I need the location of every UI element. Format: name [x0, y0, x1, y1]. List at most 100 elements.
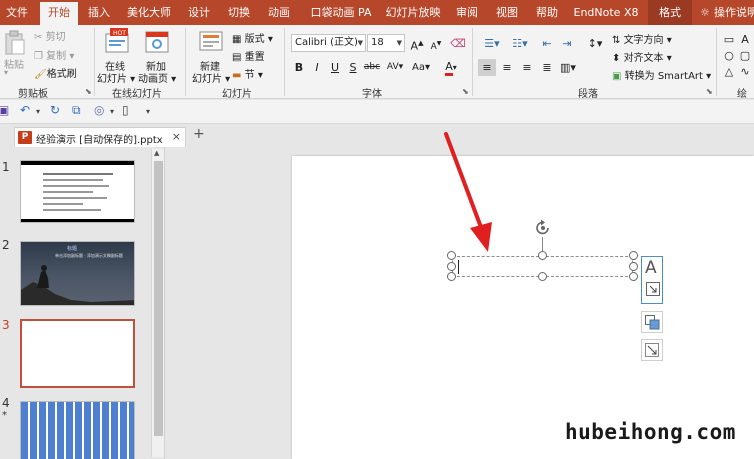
slide-thumbnail-3[interactable]: [20, 319, 135, 388]
resize-handle-bottom[interactable]: [538, 272, 547, 281]
online-slides-icon[interactable]: HOT: [104, 28, 130, 56]
font-name-dropdown-icon[interactable]: ▼: [358, 35, 363, 51]
italic-button[interactable]: I: [310, 59, 324, 76]
font-color-button[interactable]: A▾: [440, 58, 462, 76]
clear-formatting-icon[interactable]: ⌫: [450, 35, 466, 52]
tab-endnote[interactable]: EndNote X8: [570, 0, 642, 25]
shape-triangle-icon[interactable]: △: [722, 63, 736, 80]
redo-icon[interactable]: ↻: [50, 103, 60, 117]
tab-format[interactable]: 格式: [648, 0, 692, 25]
format-painter-button[interactable]: 🖌格式刷: [34, 65, 77, 80]
font-size-dropdown-icon[interactable]: ▼: [397, 35, 402, 51]
undo-dropdown-icon[interactable]: ▾: [36, 107, 40, 116]
resize-handle-right[interactable]: [629, 262, 638, 271]
resize-handle-top-right[interactable]: [629, 251, 638, 260]
character-spacing-button[interactable]: AV▾: [384, 59, 406, 76]
tab-view[interactable]: 视图: [490, 0, 524, 25]
text-direction-button[interactable]: ⇅ 文字方向 ▾: [612, 31, 672, 46]
slide-thumbnail-2[interactable]: 标题 单击添加副标题 · 添加演示文稿副标题: [20, 241, 135, 306]
shape-curve-icon[interactable]: ∿: [738, 63, 752, 80]
text-fit-icon[interactable]: [646, 282, 660, 296]
customize-qat-icon[interactable]: ▾: [146, 107, 150, 116]
shape-text-icon[interactable]: A: [738, 31, 752, 48]
numbering-button[interactable]: ☷▾: [508, 35, 532, 52]
touch-mode-icon[interactable]: ◎: [94, 103, 104, 117]
new-anim-line2[interactable]: 动画页 ▾: [138, 70, 176, 85]
resize-handle-top[interactable]: [538, 251, 547, 260]
scroll-up-icon[interactable]: ▲: [154, 149, 159, 157]
slide-thumbnail-4[interactable]: [20, 401, 135, 459]
tab-review[interactable]: 审阅: [450, 0, 484, 25]
tell-me-box[interactable]: ☼ 操作说明: [700, 0, 754, 25]
font-launcher-icon[interactable]: ⬊: [462, 87, 469, 96]
tab-transitions[interactable]: 切换: [222, 0, 256, 25]
scrollbar-thumb[interactable]: [154, 161, 163, 436]
tab-animations[interactable]: 动画: [262, 0, 296, 25]
resize-handle-bottom-left[interactable]: [447, 272, 456, 281]
slide-thumbnail-1[interactable]: [20, 160, 135, 223]
underline-button[interactable]: U: [328, 59, 342, 76]
smartart-button[interactable]: ▣ 转换为 SmartArt ▾: [612, 67, 711, 82]
thumb-photo: [21, 265, 134, 305]
reset-button[interactable]: ▤ 重置: [232, 48, 265, 63]
clipboard-launcher-icon[interactable]: ⬊: [85, 87, 92, 96]
save-icon[interactable]: ▣: [0, 103, 9, 117]
bullets-button[interactable]: ☰▾: [480, 35, 504, 52]
start-slideshow-icon[interactable]: ⧉: [72, 103, 81, 118]
close-tab-icon[interactable]: ×: [172, 130, 181, 143]
copy-button[interactable]: ❐ 复制 ▾: [34, 47, 74, 62]
paragraph-launcher-icon[interactable]: ⬊: [706, 87, 713, 96]
tab-design[interactable]: 设计: [182, 0, 216, 25]
layout-button[interactable]: ▦ 版式 ▾: [232, 30, 273, 45]
new-tab-button[interactable]: +: [193, 126, 205, 142]
undo-icon[interactable]: ↶: [20, 103, 30, 117]
align-text-button[interactable]: ⬍ 对齐文本 ▾: [612, 49, 672, 64]
format-shape-button[interactable]: [641, 339, 663, 361]
grow-font-button[interactable]: A▲: [409, 35, 425, 53]
online-slides-line2[interactable]: 幻灯片 ▾: [97, 70, 135, 85]
current-slide[interactable]: [292, 156, 754, 459]
align-right-icon[interactable]: ≡: [518, 59, 536, 76]
bold-button[interactable]: B: [292, 59, 306, 76]
document-tab[interactable]: P 经验演示 [自动保存的].pptx ×: [14, 127, 186, 147]
shape-oval-icon[interactable]: ○: [722, 47, 736, 64]
thumbnails-scrollbar[interactable]: ▲: [151, 149, 164, 457]
shrink-font-button[interactable]: A▼: [428, 35, 444, 52]
tab-help[interactable]: 帮助: [530, 0, 564, 25]
section-button[interactable]: ▬ 节 ▾: [232, 66, 263, 81]
new-document-icon[interactable]: ▯: [122, 103, 129, 117]
rotate-handle-icon[interactable]: [533, 218, 553, 238]
shadow-button[interactable]: S: [346, 59, 360, 76]
tab-file[interactable]: 文件: [0, 0, 34, 25]
resize-handle-bottom-right[interactable]: [629, 272, 638, 281]
strikethrough-button[interactable]: abc: [362, 59, 382, 76]
new-slide-line2[interactable]: 幻灯片 ▾: [192, 70, 230, 85]
arrange-button[interactable]: [641, 311, 663, 333]
align-left-icon[interactable]: ≡: [478, 59, 496, 76]
decrease-indent-icon[interactable]: ⇤: [538, 35, 556, 52]
font-name-combo[interactable]: Calibri (正文) ▼: [291, 34, 366, 52]
paste-icon[interactable]: [4, 30, 26, 56]
paste-dropdown-icon[interactable]: ▾: [4, 68, 8, 77]
shape-rounded-icon[interactable]: ▢: [738, 47, 752, 64]
tab-slideshow[interactable]: 幻灯片放映: [382, 0, 444, 25]
font-size-combo[interactable]: 18 ▼: [367, 34, 405, 52]
line-spacing-button[interactable]: ↕▾: [583, 35, 607, 52]
new-animation-page-icon[interactable]: [144, 28, 170, 56]
text-options-icon[interactable]: A: [645, 258, 657, 278]
shape-rect-icon[interactable]: ▭: [722, 31, 736, 48]
change-case-button[interactable]: Aa▾: [410, 59, 432, 76]
touch-mode-dropdown-icon[interactable]: ▾: [110, 107, 114, 116]
tab-home[interactable]: 开始: [40, 2, 78, 25]
tab-meihua[interactable]: 美化大师: [122, 0, 176, 25]
justify-icon[interactable]: ≣: [538, 59, 556, 76]
layout-options-panel[interactable]: A: [641, 256, 663, 304]
tab-insert[interactable]: 插入: [82, 0, 116, 25]
increase-indent-icon[interactable]: ⇥: [558, 35, 576, 52]
tab-pocket-animation[interactable]: 口袋动画 PA: [306, 0, 376, 25]
align-center-icon[interactable]: ≡: [498, 59, 516, 76]
columns-icon[interactable]: ▥▾: [558, 59, 578, 76]
cut-button[interactable]: ✂ 剪切: [34, 28, 66, 43]
resize-handle-left[interactable]: [447, 262, 456, 271]
new-slide-icon[interactable]: [198, 30, 224, 54]
